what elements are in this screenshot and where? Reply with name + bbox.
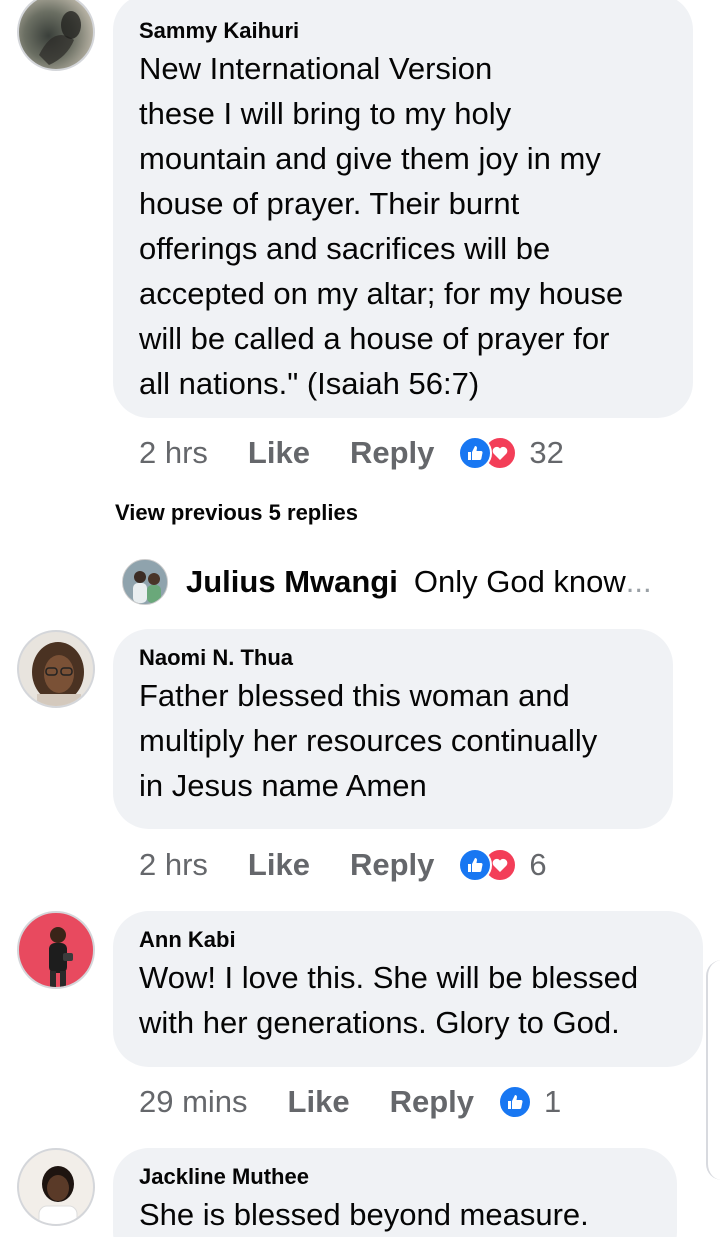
reply-preview[interactable]: Julius Mwangi Only God know ... bbox=[122, 558, 652, 606]
comment-author[interactable]: Ann Kabi bbox=[139, 925, 677, 955]
avatar[interactable] bbox=[17, 0, 95, 71]
avatar[interactable] bbox=[17, 630, 95, 708]
comment-time[interactable]: 2 hrs bbox=[139, 435, 208, 471]
reply-ellipsis: ... bbox=[625, 564, 652, 599]
view-previous-replies-link[interactable]: View previous 5 replies bbox=[115, 500, 358, 526]
reaction-summary[interactable]: 6 bbox=[458, 847, 547, 883]
like-icon bbox=[498, 1085, 532, 1119]
comment-author[interactable]: Jackline Muthee bbox=[139, 1162, 651, 1192]
scrollbar[interactable] bbox=[706, 960, 720, 1180]
reply-button[interactable]: Reply bbox=[350, 435, 434, 471]
reply-button[interactable]: Reply bbox=[390, 1084, 474, 1120]
reply-button[interactable]: Reply bbox=[350, 847, 434, 883]
comment-text: She is blessed beyond measure. bbox=[139, 1197, 589, 1232]
avatar[interactable] bbox=[122, 559, 168, 605]
comment-bubble: Naomi N. Thua Father blessed this woman … bbox=[113, 629, 673, 829]
comment-actions: 2 hrs Like Reply 6 bbox=[139, 845, 547, 885]
comment-bubble: Ann Kabi Wow! I love this. She will be b… bbox=[113, 911, 703, 1067]
comment-text: Wow! I love this. She will be blessed wi… bbox=[139, 960, 639, 1040]
comment-time[interactable]: 29 mins bbox=[139, 1084, 248, 1120]
reaction-summary[interactable]: 1 bbox=[498, 1084, 561, 1120]
comment-text: Father blessed this woman and multiply h… bbox=[139, 678, 598, 803]
like-button[interactable]: Like bbox=[248, 847, 310, 883]
comment-time[interactable]: 2 hrs bbox=[139, 847, 208, 883]
comment-bubble: Sammy Kaihuri New International Version … bbox=[113, 0, 693, 418]
comment-author[interactable]: Naomi N. Thua bbox=[139, 643, 647, 673]
reply-text: Only God know bbox=[413, 564, 626, 599]
like-button[interactable]: Like bbox=[248, 435, 310, 471]
comment-actions: 2 hrs Like Reply 32 bbox=[139, 433, 564, 473]
comment-bubble: Jackline Muthee She is blessed beyond me… bbox=[113, 1148, 677, 1237]
avatar[interactable] bbox=[17, 1148, 95, 1226]
comment-author[interactable]: Sammy Kaihuri bbox=[139, 16, 667, 46]
reply-author[interactable]: Julius Mwangi bbox=[186, 564, 398, 600]
avatar[interactable] bbox=[17, 911, 95, 989]
like-button[interactable]: Like bbox=[288, 1084, 350, 1120]
reaction-count: 32 bbox=[529, 435, 564, 470]
reaction-count: 6 bbox=[529, 847, 547, 882]
comment-actions: 29 mins Like Reply 1 bbox=[139, 1082, 561, 1122]
reaction-summary[interactable]: 32 bbox=[458, 435, 564, 471]
reaction-count: 1 bbox=[544, 1084, 562, 1119]
comment-text: New International Version these I will b… bbox=[139, 51, 624, 401]
